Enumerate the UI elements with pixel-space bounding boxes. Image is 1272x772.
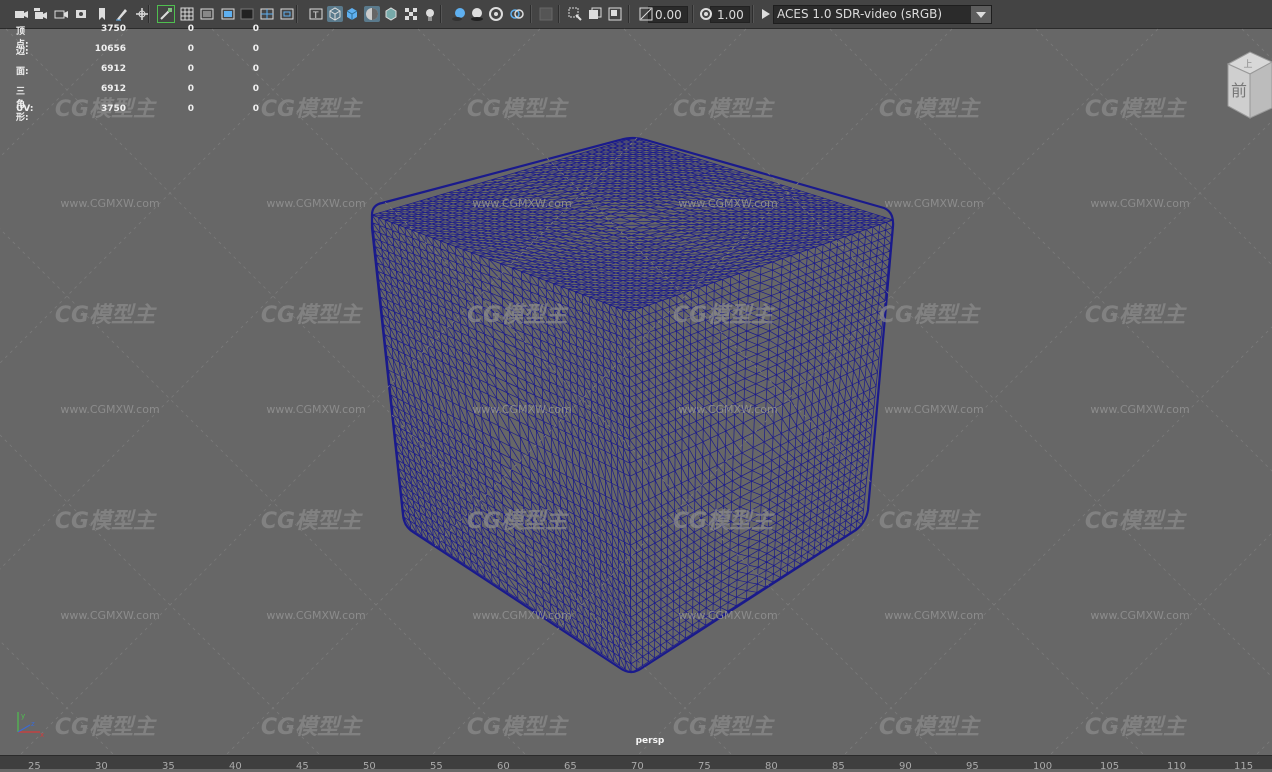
stat-value: 0 bbox=[252, 64, 259, 74]
svg-text:y: y bbox=[21, 712, 25, 720]
stat-value: 0 bbox=[187, 44, 194, 54]
stat-value: 0 bbox=[252, 104, 259, 114]
time-slider-tick: 90 bbox=[899, 761, 912, 772]
toolbar-separator bbox=[148, 5, 150, 23]
time-slider-tick: 50 bbox=[363, 761, 376, 772]
stat-label: 边: bbox=[16, 47, 29, 57]
time-slider-tick: 30 bbox=[95, 761, 108, 772]
toolbar-separator bbox=[628, 5, 630, 23]
svg-text:x: x bbox=[40, 731, 44, 738]
grid-icon[interactable] bbox=[179, 6, 195, 22]
time-slider-tick: 40 bbox=[229, 761, 242, 772]
color-space-label: ACES 1.0 SDR-video (sRGB) bbox=[777, 7, 943, 21]
stat-value: 6912 bbox=[100, 84, 126, 94]
depth-of-field-icon[interactable] bbox=[538, 6, 554, 22]
stat-value: 0 bbox=[252, 24, 259, 34]
time-slider-tick: 65 bbox=[564, 761, 577, 772]
time-slider-tick: 105 bbox=[1100, 761, 1120, 772]
axis-gizmo: y z x bbox=[17, 712, 44, 738]
time-slider-tick: 35 bbox=[162, 761, 175, 772]
view-cube[interactable]: 上 前 bbox=[1224, 50, 1272, 120]
stat-value: 3750 bbox=[100, 104, 126, 114]
perspective-viewport[interactable] bbox=[0, 29, 1272, 755]
time-slider-tick: 70 bbox=[631, 761, 644, 772]
wireframe-icon[interactable] bbox=[327, 6, 343, 22]
bookmark-camera-icon[interactable] bbox=[53, 6, 69, 22]
resolution-gate-icon[interactable] bbox=[220, 6, 236, 22]
motion-blur-icon[interactable] bbox=[488, 6, 504, 22]
stat-value: 0 bbox=[187, 24, 194, 34]
svg-text:z: z bbox=[31, 720, 35, 728]
time-slider-tick: 60 bbox=[497, 761, 510, 772]
exposure-field[interactable]: 0.00 bbox=[648, 6, 688, 23]
isolate-select-icon[interactable] bbox=[567, 6, 583, 22]
time-slider-tick: 100 bbox=[1033, 761, 1053, 772]
toolbar-separator bbox=[692, 5, 694, 23]
stat-value: 6912 bbox=[100, 64, 126, 74]
stat-value: 0 bbox=[187, 84, 194, 94]
view-cube-top-label: 上 bbox=[1243, 59, 1252, 70]
toolbar-separator bbox=[752, 5, 754, 23]
camera-attributes-icon[interactable] bbox=[33, 6, 49, 22]
multisample-aa-icon[interactable] bbox=[509, 6, 525, 22]
stat-value: 0 bbox=[252, 84, 259, 94]
field-chart-icon[interactable] bbox=[259, 6, 275, 22]
time-slider[interactable]: 25 30 35 40 45 50 55 60 65 70 75 80 85 90 95 100 105 110 1… bbox=[0, 755, 1272, 772]
time-slider-tick: 45 bbox=[296, 761, 309, 772]
toolbar-separator bbox=[558, 5, 560, 23]
film-gate-icon[interactable] bbox=[199, 6, 215, 22]
stat-value: 0 bbox=[187, 104, 194, 114]
screen-space-ao-icon[interactable] bbox=[469, 6, 485, 22]
stat-value: 10656 bbox=[94, 44, 126, 54]
time-slider-tick: 80 bbox=[765, 761, 778, 772]
chevron-down-icon[interactable] bbox=[971, 6, 991, 23]
view-cube-front-label: 前 bbox=[1231, 81, 1247, 100]
svg-text:T: T bbox=[312, 11, 319, 21]
exposure-icon[interactable] bbox=[698, 6, 714, 22]
xray-joints-icon[interactable] bbox=[638, 6, 654, 22]
bookmark-icon[interactable] bbox=[94, 6, 110, 22]
time-slider-tick: 115 bbox=[1234, 761, 1254, 772]
stat-label: UV: bbox=[16, 104, 34, 114]
time-slider-tick: 75 bbox=[698, 761, 711, 772]
stat-label: 面: bbox=[16, 67, 29, 77]
wireframe-on-shaded-icon[interactable] bbox=[383, 6, 399, 22]
safe-title-icon[interactable]: T bbox=[308, 6, 324, 22]
image-plane-icon[interactable] bbox=[74, 6, 90, 22]
toolbar-separator bbox=[440, 5, 442, 23]
gamma-icon[interactable] bbox=[758, 6, 774, 22]
camera-name-label: persp bbox=[635, 736, 665, 746]
gamma-field[interactable]: 1.00 bbox=[710, 6, 750, 23]
time-slider-tick: 95 bbox=[966, 761, 979, 772]
cube-wireframe-mesh[interactable] bbox=[0, 29, 1272, 755]
smooth-shade-icon[interactable] bbox=[344, 6, 360, 22]
time-slider-tick: 85 bbox=[832, 761, 845, 772]
mesh-face-top[interactable] bbox=[371, 137, 894, 313]
camera-lock-icon[interactable] bbox=[157, 5, 175, 23]
shadows-icon[interactable] bbox=[451, 6, 467, 22]
toolbar-separator bbox=[530, 5, 532, 23]
xray-active-components-icon[interactable] bbox=[607, 6, 623, 22]
use-all-lights-icon[interactable] bbox=[422, 6, 438, 22]
grease-pencil-icon[interactable] bbox=[114, 6, 130, 22]
textured-icon[interactable] bbox=[403, 6, 419, 22]
time-slider-tick: 25 bbox=[28, 761, 41, 772]
time-slider-tick: 110 bbox=[1167, 761, 1187, 772]
xray-icon[interactable] bbox=[587, 6, 603, 22]
color-space-select[interactable]: ACES 1.0 SDR-video (sRGB) bbox=[773, 5, 992, 24]
toolbar-separator bbox=[296, 5, 298, 23]
stat-value: 3750 bbox=[100, 24, 126, 34]
stat-value: 0 bbox=[252, 44, 259, 54]
time-slider-tick: 55 bbox=[430, 761, 443, 772]
default-material-icon[interactable] bbox=[364, 6, 380, 22]
safe-action-icon[interactable] bbox=[279, 6, 295, 22]
gate-mask-icon[interactable] bbox=[239, 6, 255, 22]
camera-icon[interactable] bbox=[13, 6, 29, 22]
stat-value: 0 bbox=[187, 64, 194, 74]
